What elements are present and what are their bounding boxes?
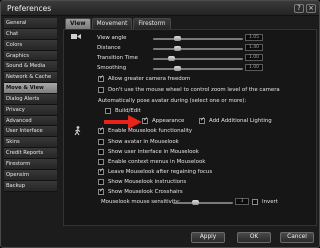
ml-ui-label: Show user interface in Mouselook <box>108 148 199 155</box>
ml-leave-option[interactable]: Leave Mouselook after regaining focus <box>98 167 213 175</box>
close-button[interactable]: × <box>306 4 316 13</box>
mouselook-label: Enable Mouselook functionality <box>108 127 193 134</box>
window-title: Preferences <box>7 4 52 13</box>
ml-crosshairs-label: Show Mouselook Crosshairs <box>108 188 183 195</box>
sidebar-item-backup[interactable]: Backup <box>4 180 57 192</box>
sidebar-item-move-view[interactable]: Move & View <box>4 83 57 94</box>
view-angle-value[interactable]: 1.05 <box>245 34 263 41</box>
invert-label: Invert <box>262 198 278 205</box>
sidebar-item-chat[interactable]: Chat <box>4 28 57 40</box>
distance-value[interactable]: 1.40 <box>245 44 263 51</box>
greater-freedom-checkbox[interactable] <box>98 74 104 82</box>
smoothing-knob[interactable] <box>173 66 181 71</box>
sidebar-item-advanced[interactable]: Advanced <box>4 115 57 127</box>
transition-time-value[interactable]: 1.00 <box>245 54 263 61</box>
sidebar-item-dialog-alerts[interactable]: Dialog Alerts <box>4 93 57 105</box>
distance-slider[interactable] <box>153 46 243 51</box>
view-angle-knob[interactable] <box>173 36 181 41</box>
ml-instructions-label: Show Mouselook instructions <box>108 178 187 185</box>
build-edit-label: Build/Edit <box>115 107 141 114</box>
sensitivity-value[interactable]: 3 <box>235 198 249 205</box>
additional-lighting-label: Add Additional Lighting <box>209 117 272 124</box>
sidebar-item-sound-media[interactable]: Sound & Media <box>4 61 57 73</box>
sidebar-item-credit-reports[interactable]: Credit Reports <box>4 148 57 159</box>
apply-button[interactable]: Apply <box>191 232 225 243</box>
sidebar-item-colors[interactable]: Colors <box>4 39 57 51</box>
mouselook-option[interactable]: Enable Mouselook functionality <box>98 126 193 134</box>
camera-icon <box>71 33 81 43</box>
auto-pose-heading: Automatically pose avatar during (select… <box>98 98 247 104</box>
cancel-button[interactable]: Cancel <box>280 232 314 243</box>
appearance-label: Appearance <box>152 117 185 124</box>
mouse-wheel-label: Don't use the mouse wheel to control zoo… <box>108 86 280 93</box>
tab-movement[interactable]: Movement <box>91 18 133 29</box>
sidebar-item-skins[interactable]: Skins <box>4 137 57 149</box>
ml-avatar-checkbox[interactable] <box>98 138 104 145</box>
ml-context-label: Enable context menus in Mouselook <box>108 158 206 165</box>
build-edit-checkbox[interactable] <box>105 107 111 114</box>
tab-firestorm[interactable]: Firestorm <box>133 18 171 29</box>
ml-ui-checkbox[interactable] <box>98 148 104 155</box>
preferences-window: Preferences ? × General Chat Colors Grap… <box>0 0 320 248</box>
ml-instructions-option[interactable]: Show Mouselook instructions <box>98 178 186 185</box>
sidebar-item-firestorm[interactable]: Firestorm <box>4 158 57 170</box>
walking-avatar-icon <box>74 126 82 138</box>
appearance-option[interactable]: Appearance <box>142 116 185 124</box>
title-bar[interactable]: Preferences ? × <box>1 1 319 16</box>
ml-avatar-label: Show avatar in Mouselook <box>108 138 179 145</box>
ml-leave-checkbox[interactable] <box>98 167 104 175</box>
build-edit-option[interactable]: Build/Edit <box>105 107 141 114</box>
invert-option[interactable]: Invert <box>252 198 278 205</box>
additional-lighting-checkbox[interactable] <box>199 116 205 124</box>
sidebar-item-general[interactable]: General <box>4 18 57 29</box>
help-button[interactable]: ? <box>294 4 304 13</box>
sensitivity-label: Mouselook mouse sensitivity: <box>101 199 181 205</box>
invert-checkbox[interactable] <box>252 198 258 205</box>
sensitivity-knob[interactable] <box>191 200 199 205</box>
ml-instructions-checkbox[interactable] <box>98 178 104 185</box>
ml-crosshairs-option[interactable]: Show Mouselook Crosshairs <box>98 187 183 195</box>
ml-avatar-option[interactable]: Show avatar in Mouselook <box>98 138 179 145</box>
view-angle-slider[interactable] <box>153 36 243 41</box>
ml-context-option[interactable]: Enable context menus in Mouselook <box>98 158 205 165</box>
ml-ui-option[interactable]: Show user interface in Mouselook <box>98 148 199 155</box>
sidebar-item-privacy[interactable]: Privacy <box>4 104 57 116</box>
distance-knob[interactable] <box>173 46 181 51</box>
ml-context-checkbox[interactable] <box>98 158 104 165</box>
distance-label: Distance <box>97 45 121 51</box>
sensitivity-slider[interactable] <box>173 200 233 205</box>
additional-lighting-option[interactable]: Add Additional Lighting <box>199 116 272 124</box>
tab-view[interactable]: View <box>65 18 91 29</box>
transition-time-label: Transition Time <box>97 55 138 61</box>
tab-bar: View Movement Firestorm <box>65 18 172 29</box>
smoothing-label: Smoothing <box>97 65 127 71</box>
appearance-checkbox[interactable] <box>142 116 148 124</box>
ok-button[interactable]: OK <box>237 232 271 243</box>
view-angle-label: View angle <box>97 35 127 41</box>
sidebar-item-opensim[interactable]: Opensim <box>4 169 57 181</box>
smoothing-slider[interactable] <box>153 66 243 71</box>
ml-leave-label: Leave Mouselook after regaining focus <box>108 168 213 175</box>
smoothing-value[interactable]: 1.00 <box>245 64 263 71</box>
mouselook-checkbox[interactable] <box>98 126 104 134</box>
category-sidebar: General Chat Colors Graphics Sound & Med… <box>4 18 57 192</box>
mouse-wheel-option[interactable]: Don't use the mouse wheel to control zoo… <box>98 86 280 93</box>
sidebar-item-user-interface[interactable]: User Interface <box>4 126 57 138</box>
transition-time-slider[interactable] <box>153 56 243 61</box>
sidebar-item-graphics[interactable]: Graphics <box>4 50 57 62</box>
mouse-wheel-checkbox[interactable] <box>98 86 104 93</box>
transition-time-knob[interactable] <box>167 56 175 61</box>
greater-freedom-label: Allow greater camera freedom <box>108 75 191 82</box>
ml-crosshairs-checkbox[interactable] <box>98 187 104 195</box>
sidebar-item-network-cache[interactable]: Network & Cache <box>4 72 57 84</box>
greater-freedom-option[interactable]: Allow greater camera freedom <box>98 74 191 82</box>
